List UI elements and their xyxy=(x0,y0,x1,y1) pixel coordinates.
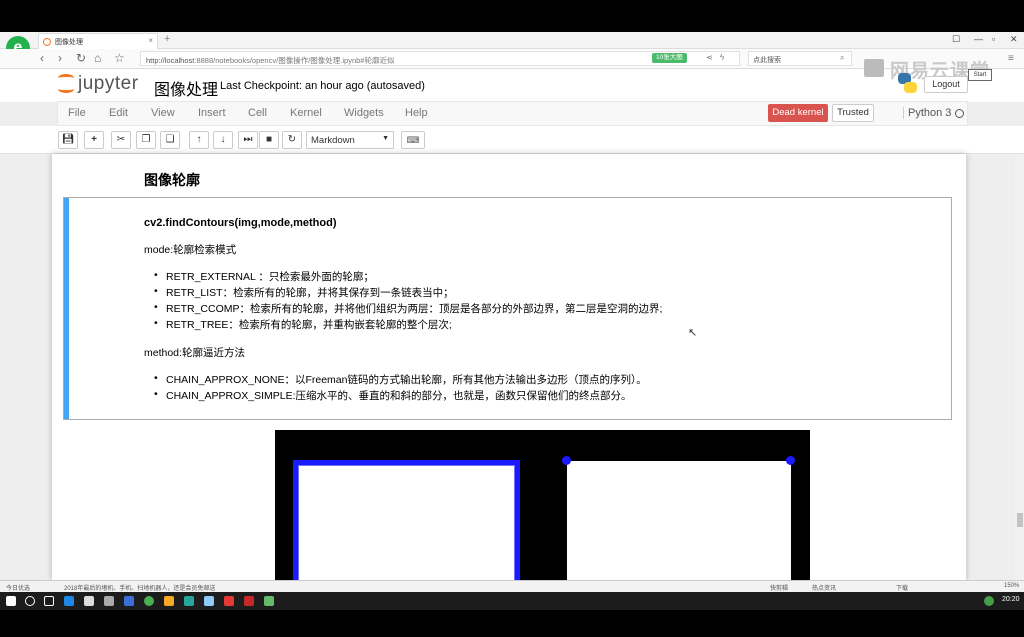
list-item: RETR_CCOMP：检索所有的轮廓，并将他们组织为两层：顶层是各部分的外部边界… xyxy=(154,301,662,316)
menu-kernel[interactable]: Kernel xyxy=(290,107,322,119)
status-download[interactable]: 下载 xyxy=(896,583,908,592)
back-icon[interactable]: ‹ xyxy=(40,51,44,65)
search-input[interactable]: 点此搜索 xyxy=(748,51,852,66)
mode-label: mode:轮廓检索模式 xyxy=(144,244,237,256)
start-icon[interactable] xyxy=(6,596,16,606)
list-item: RETR_LIST：检索所有的轮廓，并将其保存到一条链表当中； xyxy=(154,285,454,300)
image-badge[interactable]: 10张大图 xyxy=(652,53,687,63)
status-right-a[interactable]: 快剪辑 xyxy=(770,583,788,592)
menu-cell[interactable]: Cell xyxy=(248,107,267,119)
menu-view[interactable]: View xyxy=(151,107,175,119)
logout-button[interactable]: Logout xyxy=(924,76,968,93)
star-icon[interactable]: ☆ xyxy=(114,51,125,65)
jupyter-logo-text[interactable]: jupyter xyxy=(78,73,139,95)
function-signature: cv2.findContours(img,mode,method) xyxy=(144,217,337,229)
screen: e 图像处理 × + ☐ — ▫ ✕ ‹ › ↻ ⌂ ☆ http://loca… xyxy=(0,0,1024,637)
menu-insert[interactable]: Insert xyxy=(198,107,226,119)
save-icon[interactable]: 💾︎ xyxy=(58,131,78,149)
menu-help[interactable]: Help xyxy=(405,107,428,119)
tray-icon[interactable] xyxy=(984,596,994,606)
section-heading: 图像轮廓 xyxy=(144,172,200,188)
kernel-status-icon xyxy=(955,109,964,118)
url-input[interactable]: http://localhost:8888/notebooks/opencv/图… xyxy=(140,51,740,66)
menu-icon[interactable]: ☐ xyxy=(952,34,960,45)
share-icon[interactable]: ⋖ xyxy=(706,53,713,62)
close-tab-icon[interactable]: × xyxy=(148,36,153,45)
cell-selected-bar xyxy=(64,198,69,419)
contour-square-right xyxy=(567,461,791,591)
move-up-icon[interactable]: ↑ xyxy=(189,131,209,149)
python-logo-icon xyxy=(897,72,917,94)
list-item: CHAIN_APPROX_SIMPLE:压缩水平的、垂直的和斜的部分，也就是，函… xyxy=(154,388,632,403)
app-taskbar-icon[interactable] xyxy=(204,596,214,606)
menu-widgets[interactable]: Widgets xyxy=(344,107,384,119)
app-taskbar-icon[interactable] xyxy=(144,596,154,606)
url-path: :8888/notebooks/opencv/图像操作/图像处理.ipynb#轮… xyxy=(194,56,395,65)
app-taskbar-icon[interactable] xyxy=(264,596,274,606)
jupyter-favicon-icon xyxy=(43,38,51,46)
netease-watermark-icon xyxy=(864,59,884,77)
status-left[interactable]: 今日优选 xyxy=(6,583,30,592)
lightning-icon[interactable]: ϟ xyxy=(720,53,724,62)
clock: 20:20 xyxy=(1002,596,1020,603)
insert-cell-icon[interactable]: + xyxy=(84,131,104,149)
minimize-icon[interactable]: — xyxy=(974,34,983,44)
search-taskbar-icon[interactable] xyxy=(25,596,35,606)
contour-square-left xyxy=(293,460,520,590)
reload-icon[interactable]: ↻ xyxy=(76,51,86,65)
tooltip-chip: Start xyxy=(968,69,992,81)
new-tab-button[interactable]: + xyxy=(164,33,170,45)
menu-file[interactable]: File xyxy=(68,107,86,119)
store-taskbar-icon[interactable] xyxy=(84,596,94,606)
run-icon[interactable]: ⏭︎ xyxy=(238,131,258,149)
stop-icon[interactable]: ■ xyxy=(259,131,279,149)
list-item: RETR_EXTERNAL ：只检索最外面的轮廓； xyxy=(154,269,374,284)
dead-kernel-indicator[interactable]: Dead kernel xyxy=(768,104,828,122)
browser-taskbar-icon[interactable] xyxy=(64,596,74,606)
contour-point-left xyxy=(562,456,571,465)
paste-icon[interactable]: ❏ xyxy=(160,131,180,149)
method-label: method:轮廓逼近方法 xyxy=(144,347,245,359)
trusted-indicator[interactable]: Trusted xyxy=(832,104,874,122)
restart-icon[interactable]: ↻ xyxy=(282,131,302,149)
status-right-b[interactable]: 热点资讯 xyxy=(812,583,836,592)
app-taskbar-icon[interactable] xyxy=(124,596,134,606)
checkpoint-status: Last Checkpoint: an hour ago (autosaved) xyxy=(220,80,425,92)
status-news[interactable]: 2018年最后的堵机、手机、扫地机器人，还是会员免邮送 xyxy=(64,583,215,592)
close-window-icon[interactable]: ✕ xyxy=(1010,34,1018,45)
list-item: RETR_TREE：检索所有的轮廓，并重构嵌套轮廓的整个层次; xyxy=(154,317,452,332)
app-taskbar-icon[interactable] xyxy=(184,596,194,606)
hamburger-icon[interactable]: ≡ xyxy=(1008,53,1014,64)
forward-icon[interactable]: › xyxy=(58,51,62,65)
cell-type-select[interactable]: Markdown ▼ xyxy=(306,131,394,149)
browser-tab-title: 图像处理 xyxy=(55,39,83,46)
restore-icon[interactable]: ▫ xyxy=(992,34,995,44)
copy-icon[interactable]: ❐ xyxy=(136,131,156,149)
cell-type-value: Markdown xyxy=(311,135,355,146)
mail-taskbar-icon[interactable] xyxy=(104,596,114,606)
contour-point-right xyxy=(786,456,795,465)
notebook-name[interactable]: 图像处理 xyxy=(154,76,218,100)
app-taskbar-icon[interactable] xyxy=(244,596,254,606)
jupyter-logo-icon[interactable] xyxy=(56,72,76,96)
folder-taskbar-icon[interactable] xyxy=(164,596,174,606)
browser-tab[interactable]: 图像处理 × xyxy=(38,33,158,49)
url-host: http://localhost xyxy=(146,56,195,65)
keyboard-icon[interactable]: ⌨ xyxy=(401,131,425,149)
kernel-name: Python 3 xyxy=(903,107,951,119)
scrollbar-thumb[interactable] xyxy=(1017,513,1023,527)
move-down-icon[interactable]: ↓ xyxy=(213,131,233,149)
menu-edit[interactable]: Edit xyxy=(109,107,128,119)
task-view-icon[interactable] xyxy=(44,596,54,606)
chevron-down-icon: ▼ xyxy=(382,135,389,142)
mouse-cursor-icon: ↖ xyxy=(688,327,698,339)
cut-icon[interactable]: ✂ xyxy=(111,131,131,149)
search-icon[interactable]: ⌕ xyxy=(840,53,844,63)
browser-status-bar: 今日优选 2018年最后的堵机、手机、扫地机器人，还是会员免邮送 快剪辑 热点资… xyxy=(0,580,1024,592)
status-zoom[interactable]: 150% xyxy=(1004,583,1019,589)
app-taskbar-icon[interactable] xyxy=(224,596,234,606)
home-icon[interactable]: ⌂ xyxy=(94,51,101,65)
list-item: CHAIN_APPROX_NONE：以Freeman链码的方式输出轮廓，所有其他… xyxy=(154,372,647,387)
